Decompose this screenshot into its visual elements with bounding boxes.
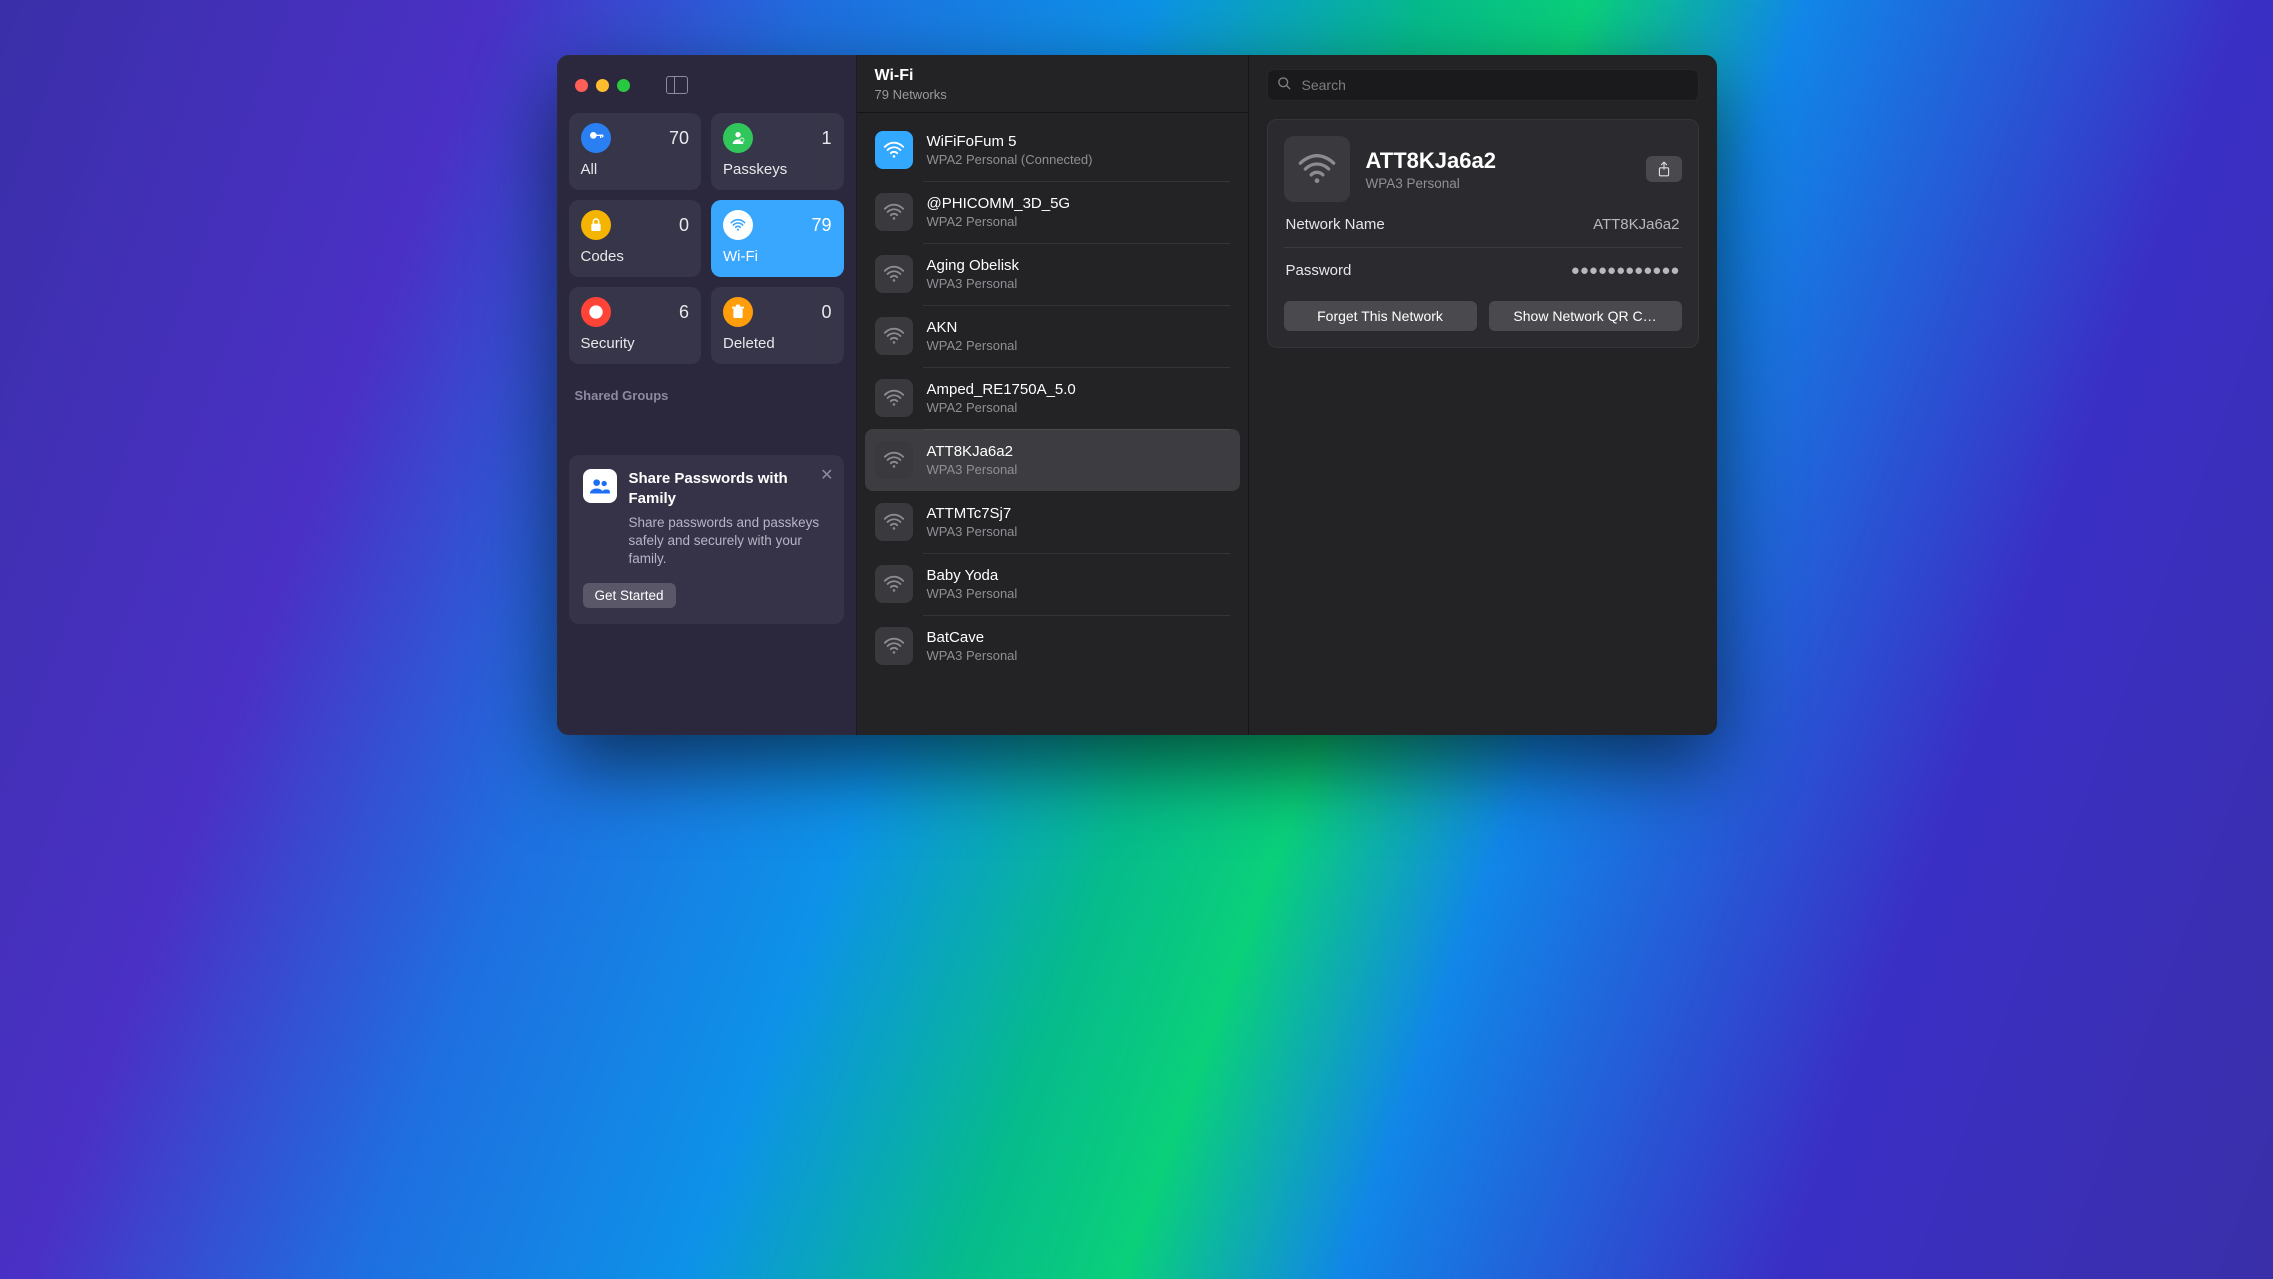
search-input[interactable] [1267,69,1699,101]
network-name: @PHICOMM_3D_5G [927,195,1071,212]
promo-title: Share Passwords with Family [629,469,830,508]
wifi-icon [1284,136,1350,202]
category-count: 1 [821,128,831,149]
share-passwords-promo: ✕ Share Passwords with Family Share pass… [569,455,844,624]
sidebar-category-wifi[interactable]: 79 Wi-Fi [711,200,844,277]
category-count: 70 [669,128,689,149]
category-count: 0 [679,215,689,236]
trash-icon [723,297,753,327]
category-count: 0 [821,302,831,323]
network-name: Aging Obelisk [927,257,1020,274]
network-name: Baby Yoda [927,567,1018,584]
network-list[interactable]: WiFiFoFum 5 WPA2 Personal (Connected) @PHI… [857,113,1248,735]
detail-pane: ATT8KJa6a2 WPA3 Personal Network Name AT… [1249,55,1717,735]
network-row[interactable]: BatCave WPA3 Personal [865,615,1240,677]
wifi-icon [875,193,913,231]
category-label: Security [581,335,690,352]
sidebar-category-security[interactable]: 6 Security [569,287,702,364]
network-row[interactable]: ATTMTc7Sj7 WPA3 Personal [865,491,1240,553]
sidebar-category-passkeys[interactable]: 1 Passkeys [711,113,844,190]
network-name: Amped_RE1750A_5.0 [927,381,1076,398]
pane-subtitle: 79 Networks [875,87,1230,102]
network-row[interactable]: Aging Obelisk WPA3 Personal [865,243,1240,305]
toggle-sidebar-button[interactable] [666,76,688,94]
pane-title: Wi-Fi [875,67,1230,85]
alert-icon [581,297,611,327]
category-label: Passkeys [723,161,832,178]
search-icon [1277,76,1292,94]
wifi-icon [875,565,913,603]
network-name: WiFiFoFum 5 [927,133,1093,150]
network-title: ATT8KJa6a2 [1366,148,1630,174]
search-field-wrap [1267,69,1699,101]
network-security: WPA3 Personal [927,524,1018,539]
category-label: Deleted [723,335,832,352]
wifi-icon [875,379,913,417]
show-qr-button[interactable]: Show Network QR C… [1489,301,1682,331]
minimize-window-button[interactable] [596,79,609,92]
network-security: WPA2 Personal (Connected) [927,152,1093,167]
network-row[interactable]: ATT8KJa6a2 WPA3 Personal [865,429,1240,491]
network-security: WPA3 Personal [927,276,1020,291]
network-name: AKN [927,319,1018,336]
sidebar-category-deleted[interactable]: 0 Deleted [711,287,844,364]
network-security: WPA3 Personal [927,648,1018,663]
password-label: Password [1286,262,1352,279]
network-list-header: Wi-Fi 79 Networks [857,55,1248,113]
lock-icon [581,210,611,240]
network-detail-card: ATT8KJa6a2 WPA3 Personal Network Name AT… [1267,119,1699,348]
network-name: ATTMTc7Sj7 [927,505,1018,522]
network-list-pane: Wi-Fi 79 Networks WiFiFoFum 5 WPA2 Person… [857,55,1249,735]
network-security: WPA2 Personal [927,338,1018,353]
promo-body: Share passwords and passkeys safely and … [629,514,830,569]
close-window-button[interactable] [575,79,588,92]
network-row[interactable]: WiFiFoFum 5 WPA2 Personal (Connected) [865,119,1240,181]
wifi-icon [875,255,913,293]
get-started-button[interactable]: Get Started [583,583,676,608]
person-icon [723,123,753,153]
sidebar-category-codes[interactable]: 0 Codes [569,200,702,277]
close-icon[interactable]: ✕ [820,465,833,485]
wifi-icon [875,441,913,479]
wifi-icon [875,317,913,355]
zoom-window-button[interactable] [617,79,630,92]
wifi-icon [875,131,913,169]
sidebar: 70 All 1 Passkeys 0 Codes 79 Wi-Fi 6 Security 0 Del… [557,55,857,735]
sidebar-category-all[interactable]: 70 All [569,113,702,190]
key-icon [581,123,611,153]
password-value[interactable]: ●●●●●●●●●●●● [1571,262,1680,279]
network-security: WPA2 Personal [927,214,1071,229]
network-security: WPA3 Personal [1366,176,1630,191]
shared-groups-heading: Shared Groups [569,388,844,403]
wifi-icon [875,503,913,541]
passwords-window: 70 All 1 Passkeys 0 Codes 79 Wi-Fi 6 Security 0 Del… [557,55,1717,735]
share-button[interactable] [1646,156,1682,182]
network-row[interactable]: Baby Yoda WPA3 Personal [865,553,1240,615]
network-name: BatCave [927,629,1018,646]
family-icon [583,469,617,503]
category-label: Wi-Fi [723,248,832,265]
network-row[interactable]: @PHICOMM_3D_5G WPA2 Personal [865,181,1240,243]
category-count: 79 [811,215,831,236]
forget-network-button[interactable]: Forget This Network [1284,301,1477,331]
category-grid: 70 All 1 Passkeys 0 Codes 79 Wi-Fi 6 Security 0 Del… [569,113,844,364]
wifi-icon [723,210,753,240]
network-row[interactable]: AKN WPA2 Personal [865,305,1240,367]
network-name: ATT8KJa6a2 [927,443,1018,460]
window-controls [569,67,844,103]
network-name-value[interactable]: ATT8KJa6a2 [1593,216,1679,233]
network-name-label: Network Name [1286,216,1385,233]
network-security: WPA2 Personal [927,400,1076,415]
network-security: WPA3 Personal [927,462,1018,477]
category-count: 6 [679,302,689,323]
wifi-icon [875,627,913,665]
category-label: Codes [581,248,690,265]
category-label: All [581,161,690,178]
network-security: WPA3 Personal [927,586,1018,601]
network-row[interactable]: Amped_RE1750A_5.0 WPA2 Personal [865,367,1240,429]
